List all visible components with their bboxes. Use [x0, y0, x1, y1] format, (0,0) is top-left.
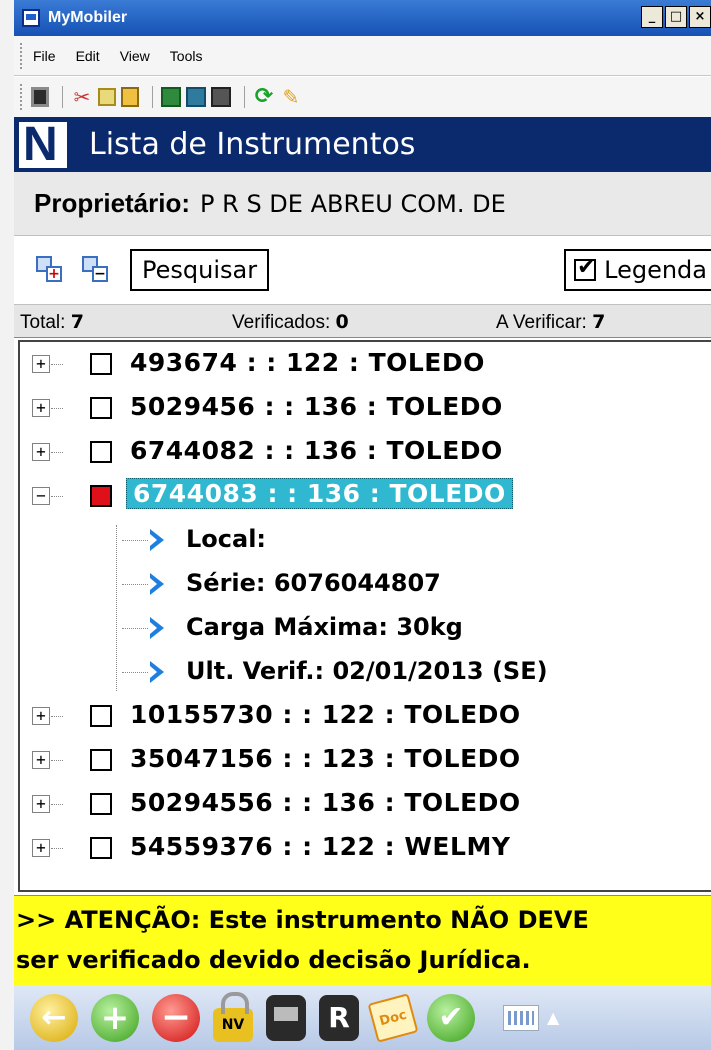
scale-icon[interactable] — [266, 994, 306, 1041]
child-ult-verif: Ult. Verif.: 02/01/2013 (SE) — [186, 657, 548, 685]
arrow-right-icon — [150, 529, 168, 551]
expand-icon[interactable]: + — [32, 399, 50, 417]
tree-item-label-selected[interactable]: 6744083 : : 136 : TOLEDO — [126, 478, 513, 509]
tree-item-label[interactable]: 50294556 : : 136 : TOLEDO — [130, 788, 521, 817]
arrow-right-icon — [150, 617, 168, 639]
item-checkbox[interactable] — [90, 793, 112, 815]
tree-connector — [116, 525, 117, 691]
item-checkbox[interactable] — [90, 705, 112, 727]
app-logo-letter: N — [23, 117, 58, 171]
item-checkbox[interactable] — [90, 749, 112, 771]
child-carga: Carga Máxima: 30kg — [186, 613, 463, 641]
screenshot-save-icon[interactable] — [211, 87, 231, 107]
tree-item-label[interactable]: 54559376 : : 122 : WELMY — [130, 832, 510, 861]
tree-item-label[interactable]: 493674 : : 122 : TOLEDO — [130, 348, 485, 377]
child-serie: Série: 6076044807 — [186, 569, 441, 597]
keyboard-arrow-icon[interactable]: ▲ — [547, 1008, 559, 1027]
expand-icon[interactable]: + — [32, 751, 50, 769]
expand-icon[interactable]: + — [32, 795, 50, 813]
expand-icon[interactable]: + — [32, 707, 50, 725]
stat-total: Total: 7 — [20, 311, 84, 333]
arrow-right-icon — [150, 573, 168, 595]
menubar-grip[interactable] — [20, 42, 23, 69]
mymobiler-window: MyMobiler _ □ × File Edit View Tools ✂ ⟳… — [14, 0, 711, 1050]
back-icon[interactable]: ← — [30, 993, 78, 1042]
collapse-icon[interactable]: − — [32, 487, 50, 505]
warning-banner: >> ATENÇÃO: Este instrumento NÃO DEVE se… — [14, 895, 711, 985]
page-title: Lista de Instrumentos — [89, 127, 416, 162]
menu-tools[interactable]: Tools — [170, 48, 203, 64]
menu-bar: File Edit View Tools — [14, 36, 711, 76]
search-button[interactable]: Pesquisar — [130, 249, 270, 291]
item-checkbox[interactable] — [90, 397, 112, 419]
refresh-icon[interactable]: ⟳ — [253, 86, 275, 108]
maximize-button[interactable]: □ — [665, 6, 687, 28]
expand-icon[interactable]: + — [32, 839, 50, 857]
warning-line-2: ser verificado devido decisão Jurídica. — [16, 946, 531, 974]
legend-checkbox[interactable] — [574, 255, 597, 281]
close-button[interactable]: × — [689, 6, 711, 28]
warning-line-1: >> ATENÇÃO: Este instrumento NÃO DEVE — [16, 906, 589, 934]
tree-item-label[interactable]: 6744082 : : 136 : TOLEDO — [130, 436, 503, 465]
desktop-background — [0, 0, 14, 1050]
collapse-all-icon[interactable]: − — [82, 256, 110, 284]
owner-label: Proprietário: — [34, 188, 191, 218]
remove-icon[interactable]: − — [152, 993, 200, 1042]
item-checkbox[interactable] — [90, 441, 112, 463]
mymobiler-app-icon — [22, 9, 40, 27]
legend-toggle[interactable]: Legenda — [564, 249, 711, 291]
device-icon[interactable] — [31, 87, 49, 107]
window-title: MyMobiler — [48, 9, 128, 26]
app-header: N Lista de Instrumentos — [14, 117, 711, 172]
menu-file[interactable]: File — [33, 48, 56, 64]
child-local: Local: — [186, 525, 267, 553]
expand-all-icon[interactable]: + — [36, 256, 64, 284]
owner-value: P R S DE ABREU COM. DE — [200, 189, 506, 218]
clean-icon[interactable]: ✎ — [280, 86, 302, 108]
menu-view[interactable]: View — [120, 48, 150, 64]
screenshot-window-icon[interactable] — [186, 87, 206, 107]
copy-icon[interactable] — [98, 88, 116, 106]
document-icon[interactable]: Doc — [367, 992, 419, 1043]
toolbar-separator — [244, 86, 245, 108]
cut-icon[interactable]: ✂ — [71, 86, 93, 108]
menu-edit[interactable]: Edit — [76, 48, 100, 64]
item-checkbox-checked[interactable] — [90, 485, 112, 507]
tree-item-label[interactable]: 10155730 : : 122 : TOLEDO — [130, 700, 521, 729]
expand-icon[interactable]: + — [32, 355, 50, 373]
app-logo: N — [19, 117, 67, 171]
stat-pending: A Verificar: 7 — [496, 311, 606, 333]
toolbar: ✂ ⟳ ✎ — [14, 77, 711, 117]
toolbar-grip[interactable] — [20, 84, 23, 110]
toolbar-separator — [152, 86, 153, 108]
arrow-right-icon — [150, 661, 168, 683]
lock-nv-icon[interactable]: NV — [213, 991, 253, 1042]
register-icon[interactable]: R — [319, 994, 359, 1041]
minimize-button[interactable]: _ — [641, 6, 663, 28]
paste-icon[interactable] — [121, 87, 139, 107]
expand-icon[interactable]: + — [32, 443, 50, 461]
stats-bar: Total: 7 Verificados: 0 A Verificar: 7 — [14, 304, 711, 338]
bottom-toolbar: ← + − NV R Doc ✔ ▲ — [14, 985, 711, 1050]
window-title-bar[interactable]: MyMobiler _ □ × — [14, 0, 711, 36]
tree-item-label[interactable]: 5029456 : : 136 : TOLEDO — [130, 392, 503, 421]
item-checkbox[interactable] — [90, 837, 112, 859]
owner-row: Proprietário: P R S DE ABREU COM. DE — [14, 172, 711, 236]
item-checkbox[interactable] — [90, 353, 112, 375]
action-row: + − Pesquisar Legenda — [14, 236, 711, 304]
instrument-tree[interactable]: + 493674 : : 122 : TOLEDO + 5029456 : : … — [18, 340, 711, 892]
stat-verified: Verificados: 0 — [232, 311, 349, 333]
legend-label: Legenda — [604, 256, 707, 284]
screenshot-icon[interactable] — [161, 87, 181, 107]
keyboard-icon[interactable] — [503, 1004, 539, 1031]
add-icon[interactable]: + — [91, 993, 139, 1042]
toolbar-separator — [62, 86, 63, 108]
tree-item-label[interactable]: 35047156 : : 123 : TOLEDO — [130, 744, 521, 773]
confirm-icon[interactable]: ✔ — [427, 993, 475, 1042]
